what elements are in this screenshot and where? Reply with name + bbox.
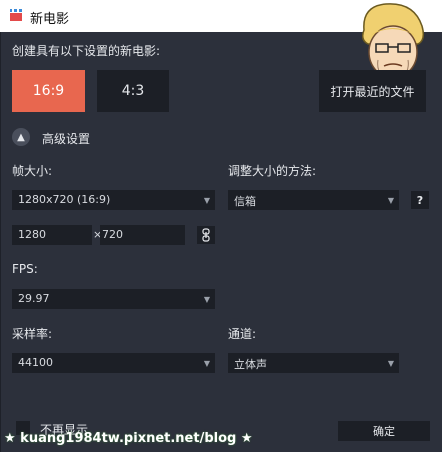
resize-method-select[interactable]: 信箱 ▼ xyxy=(228,190,399,210)
ratio-16-9-button[interactable]: 16:9 xyxy=(12,70,85,112)
ratio-4-3-button[interactable]: 4:3 xyxy=(97,70,169,112)
dropdown-arrow-icon: ▼ xyxy=(387,195,395,205)
watermark-text: ★ kuang1984tw.pixnet.net/blog ★ xyxy=(4,431,253,446)
height-value: 720 xyxy=(102,228,123,241)
frame-size-label: 帧大小: xyxy=(12,164,53,178)
dropdown-arrow-icon: ▼ xyxy=(387,358,395,368)
advanced-settings-label[interactable]: 高级设置 xyxy=(42,130,90,147)
sample-rate-value: 44100 xyxy=(18,356,53,369)
width-input[interactable]: 1280 xyxy=(12,225,92,245)
create-description: 创建具有以下设置的新电影: xyxy=(12,44,161,58)
resize-method-value: 信箱 xyxy=(234,195,256,208)
height-input[interactable]: 720 xyxy=(100,225,185,245)
sample-rate-select[interactable]: 44100 ▼ xyxy=(12,353,215,373)
open-recent-button[interactable]: 打开最近的文件 xyxy=(319,70,426,112)
link-aspect-button[interactable] xyxy=(197,226,215,244)
channels-select[interactable]: 立体声 ▼ xyxy=(228,353,399,373)
help-button[interactable]: ? xyxy=(411,191,429,209)
dropdown-arrow-icon: ▼ xyxy=(203,358,211,368)
frame-size-value: 1280x720 (16:9) xyxy=(18,193,111,206)
link-icon xyxy=(202,228,210,242)
app-icon xyxy=(10,9,22,21)
channels-value: 立体声 xyxy=(234,358,267,371)
channels-label: 通道: xyxy=(228,327,257,341)
resize-method-label: 调整大小的方法: xyxy=(228,164,317,178)
dropdown-arrow-icon: ▼ xyxy=(203,294,211,304)
sample-rate-label: 采样率: xyxy=(12,327,53,341)
ok-button[interactable]: 确定 xyxy=(338,421,430,441)
frame-size-select[interactable]: 1280x720 (16:9) ▼ xyxy=(12,190,215,210)
window-title: 新电影 xyxy=(30,12,70,27)
dropdown-arrow-icon: ▼ xyxy=(203,195,211,205)
fps-select[interactable]: 29.97 ▼ xyxy=(12,289,215,309)
fps-label: FPS: xyxy=(12,262,38,276)
width-value: 1280 xyxy=(18,228,46,241)
fps-value: 29.97 xyxy=(18,292,50,305)
chevron-up-icon[interactable]: ▲ xyxy=(12,128,30,146)
